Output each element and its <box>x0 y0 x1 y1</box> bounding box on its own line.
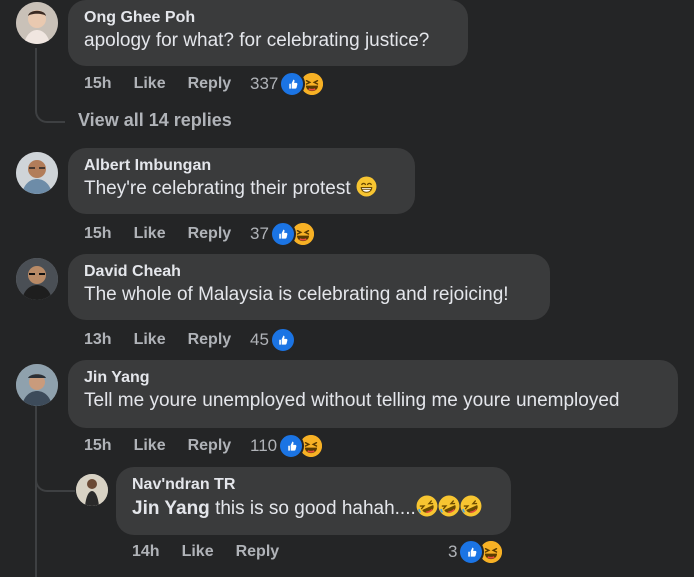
rolling-laughing-icon <box>416 495 438 517</box>
comment-author[interactable]: Albert Imbungan <box>84 156 399 176</box>
comment-text: Tell me youre unemployed without telling… <box>84 390 620 411</box>
comment-bubble: David Cheah The whole of Malaysia is cel… <box>68 254 550 320</box>
reaction-summary[interactable]: 110 <box>250 433 325 459</box>
comment-bubble: Albert Imbungan They're celebrating thei… <box>68 148 415 214</box>
like-button[interactable]: Like <box>182 543 214 561</box>
comment-actions: 15h Like Reply <box>84 437 253 455</box>
comment-text: apology for what? for celebrating justic… <box>84 30 430 51</box>
reaction-count: 37 <box>250 224 269 243</box>
like-button[interactable]: Like <box>134 225 166 243</box>
reply-button[interactable]: Reply <box>188 437 232 455</box>
reply-button[interactable]: Reply <box>236 543 280 561</box>
comment-timestamp[interactable]: 15h <box>84 75 112 93</box>
reply-button[interactable]: Reply <box>188 331 232 349</box>
like-button[interactable]: Like <box>134 331 166 349</box>
view-replies-link[interactable]: View all 14 replies <box>78 110 232 131</box>
comment-author[interactable]: David Cheah <box>84 262 534 282</box>
comment-actions: 15h Like Reply <box>84 75 253 93</box>
reply-timestamp[interactable]: 14h <box>132 543 160 561</box>
reaction-count: 45 <box>250 330 269 349</box>
grinning-face-icon <box>356 176 377 197</box>
reaction-count: 110 <box>250 436 278 455</box>
reply-button[interactable]: Reply <box>188 75 232 93</box>
comment-actions: 13h Like Reply <box>84 331 253 349</box>
thread-line <box>35 406 37 577</box>
comment-timestamp[interactable]: 13h <box>84 331 112 349</box>
comment-author[interactable]: Jin Yang <box>84 368 662 388</box>
comment-author[interactable]: Ong Ghee Poh <box>84 8 452 28</box>
reply-bubble: Nav'ndran TR Jin Yang this is so good ha… <box>116 467 511 535</box>
like-icon <box>269 327 296 353</box>
avatar[interactable] <box>16 2 58 44</box>
comment-text: The whole of Malaysia is celebrating and… <box>84 284 509 305</box>
avatar[interactable] <box>76 474 108 506</box>
like-button[interactable]: Like <box>134 437 166 455</box>
reply-connector <box>35 460 75 492</box>
reaction-summary[interactable]: 45 <box>250 327 296 353</box>
avatar[interactable] <box>16 152 58 194</box>
reaction-summary[interactable]: 37 <box>250 221 316 247</box>
comment-text: They're celebrating their protest <box>84 176 399 202</box>
reaction-summary[interactable]: 337 <box>250 71 326 97</box>
reply-text: Jin Yang this is so good hahah.... <box>132 495 495 522</box>
comment-bubble: Jin Yang Tell me youre unemployed withou… <box>68 360 678 428</box>
reply-button[interactable]: Reply <box>188 225 232 243</box>
mention-link[interactable]: Jin Yang <box>132 498 210 519</box>
reaction-count: 337 <box>250 74 279 93</box>
rolling-laughing-icon <box>438 495 460 517</box>
comment-timestamp[interactable]: 15h <box>84 225 112 243</box>
thread-connector <box>35 48 65 123</box>
like-icon <box>278 433 305 459</box>
reaction-count: 3 <box>448 542 458 561</box>
avatar[interactable] <box>16 364 58 406</box>
comment-timestamp[interactable]: 15h <box>84 437 112 455</box>
reply-text-content: this is so good hahah.... <box>209 498 416 519</box>
comment-actions: 15h Like Reply <box>84 225 253 243</box>
like-button[interactable]: Like <box>134 75 166 93</box>
comment-text-content: They're celebrating their protest <box>84 178 351 199</box>
reaction-summary[interactable]: 3 <box>448 539 505 565</box>
reply-actions: 14h Like Reply <box>132 543 301 561</box>
avatar[interactable] <box>16 258 58 300</box>
rolling-laughing-icon <box>460 495 482 517</box>
comment-bubble: Ong Ghee Poh apology for what? for celeb… <box>68 0 468 66</box>
reply-author[interactable]: Nav'ndran TR <box>132 475 495 495</box>
like-icon <box>269 221 296 247</box>
